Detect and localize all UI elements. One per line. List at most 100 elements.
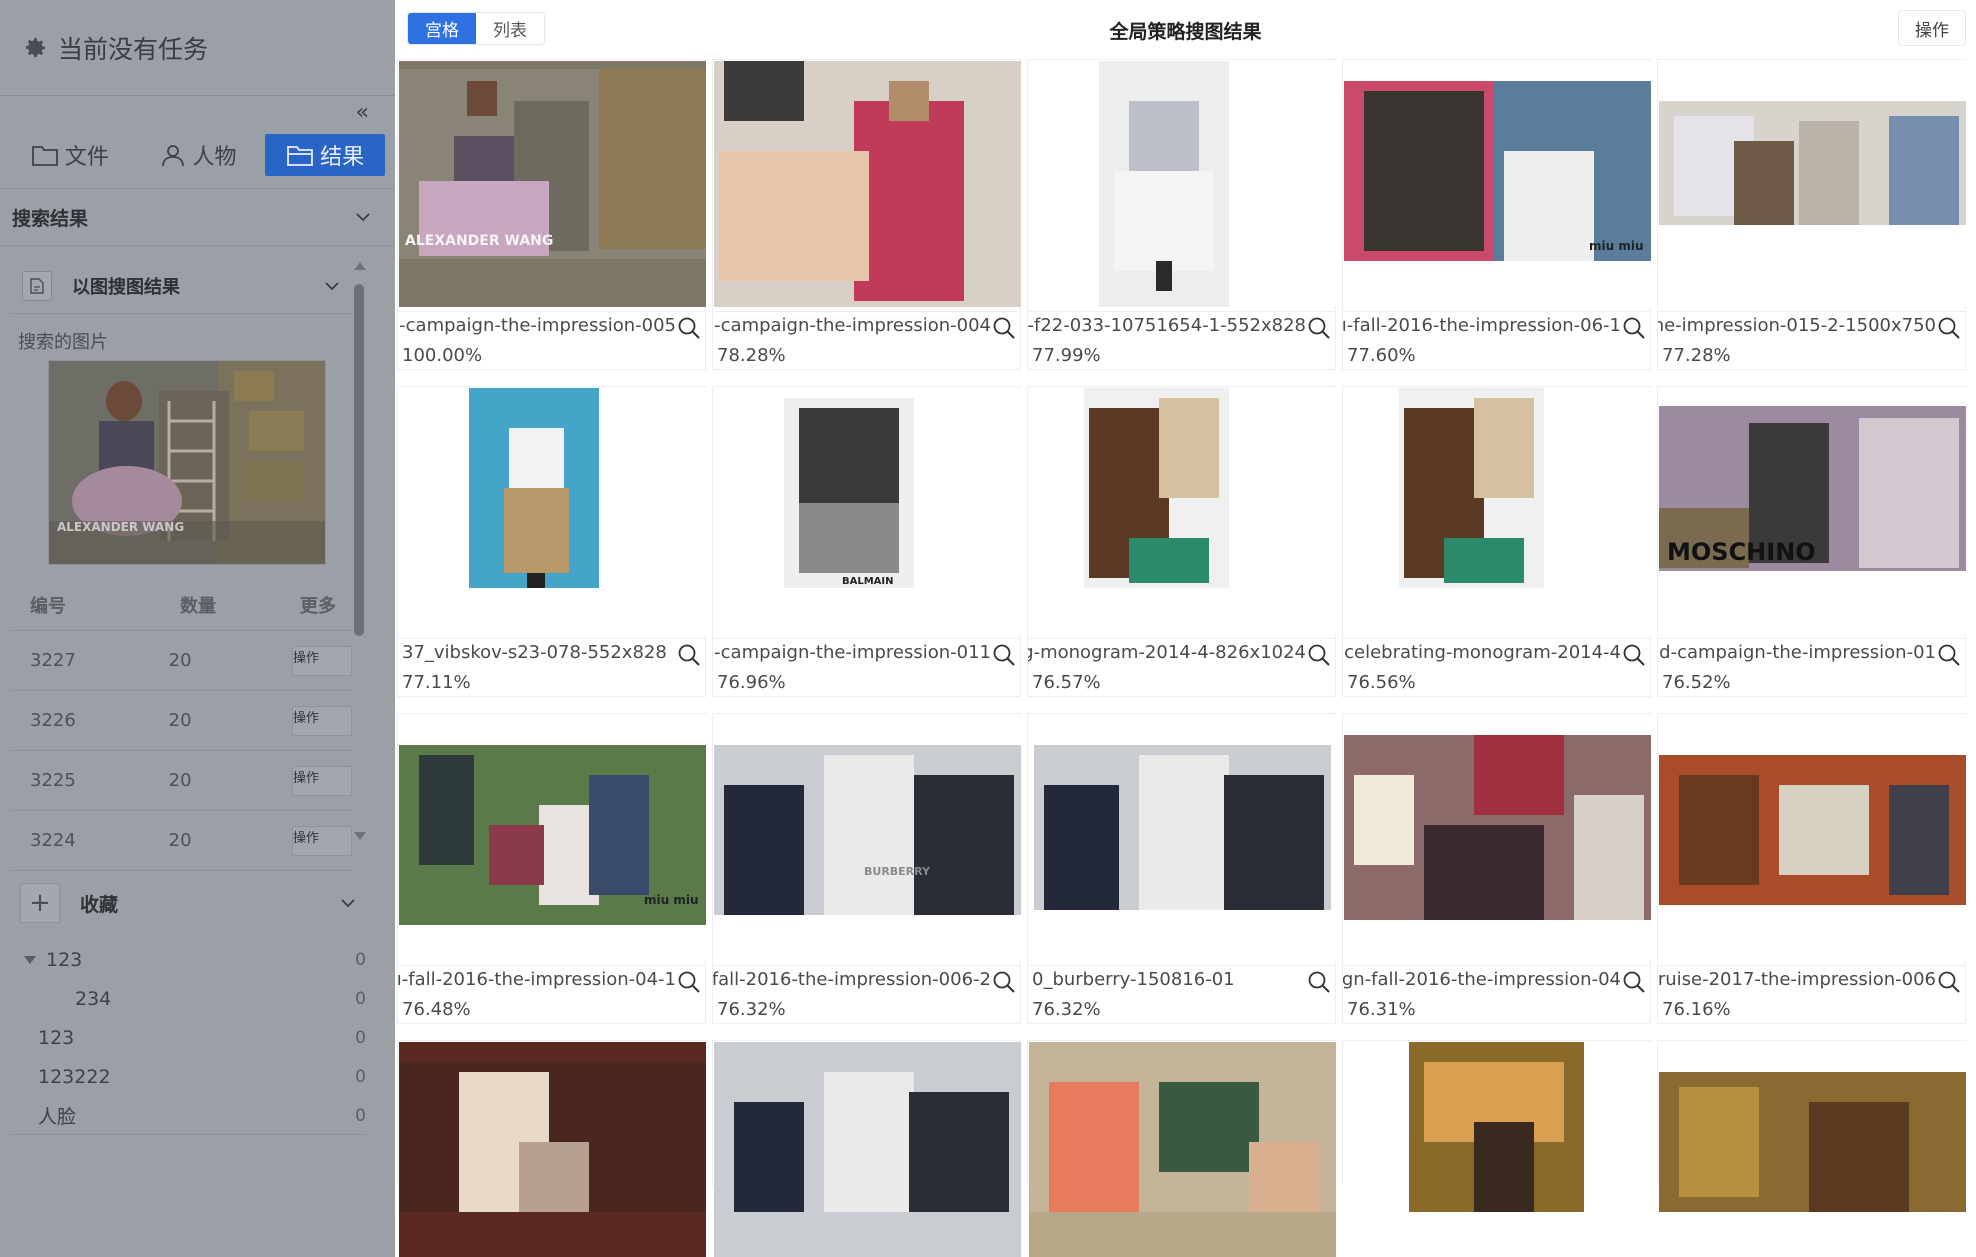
tab-persons[interactable]: 人物: [138, 134, 258, 176]
magnifier-icon[interactable]: [1937, 643, 1961, 667]
magnifier-icon[interactable]: [677, 316, 701, 340]
table-row[interactable]: 3224 20 操作: [10, 811, 352, 871]
favorites-item[interactable]: 234 0: [10, 979, 366, 1018]
row-action-button[interactable]: 操作: [292, 825, 352, 856]
result-card[interactable]: [397, 1040, 706, 1257]
row-id: 3224: [30, 830, 76, 851]
search-results-section[interactable]: 搜索结果: [0, 188, 395, 246]
result-thumbnail[interactable]: MOSCHINO: [1659, 388, 1966, 634]
result-card[interactable]: celebrating-monogram-2014-4 76.56%: [1342, 386, 1651, 697]
result-thumbnail[interactable]: [1029, 61, 1336, 307]
result-card[interactable]: ruise-2017-the-impression-006 76.16%: [1657, 713, 1966, 1024]
magnifier-icon[interactable]: [1307, 316, 1331, 340]
result-card[interactable]: [1027, 1040, 1336, 1257]
table-row[interactable]: 3227 20 操作: [10, 631, 352, 691]
favorites-item[interactable]: 人脸 0: [10, 1096, 366, 1135]
table-row[interactable]: 3226 20 操作: [10, 691, 352, 751]
tab-files[interactable]: 文件: [10, 134, 130, 176]
result-card[interactable]: ALEXANDER WANG -campaign-the-impression-0…: [397, 59, 706, 370]
favorites-item[interactable]: 123 0: [10, 940, 366, 979]
add-favorite-button[interactable]: +: [20, 883, 60, 923]
result-card[interactable]: miu miu ı-fall-2016-the-impression-06-1 77…: [1342, 59, 1651, 370]
result-similarity-score: 78.28%: [717, 345, 786, 366]
result-card[interactable]: c-f22-033-10751654-1-552x828 77.99%: [1027, 59, 1336, 370]
main-content: 宫格 列表 全局策略搜图结果 操作 ALEXANDER WANG -campaig…: [395, 0, 1976, 1257]
favorites-item-name: 234: [75, 987, 112, 1010]
result-thumbnail[interactable]: BALMAIN: [714, 388, 1021, 634]
row-action-button[interactable]: 操作: [292, 645, 352, 676]
result-thumbnail[interactable]: [714, 61, 1021, 307]
magnifier-icon[interactable]: [1937, 970, 1961, 994]
magnifier-icon[interactable]: [992, 316, 1016, 340]
result-similarity-score: 76.52%: [1662, 672, 1731, 693]
favorites-item-name: 123: [38, 1026, 75, 1049]
image-brand-text: MOSCHINO: [1667, 538, 1816, 566]
result-thumbnail[interactable]: [1344, 388, 1651, 634]
result-thumbnail[interactable]: miu miu: [399, 715, 706, 961]
gear-icon: [26, 37, 45, 57]
scroll-down-icon[interactable]: [354, 832, 366, 840]
result-card[interactable]: -campaign-the-impression-004 78.28%: [712, 59, 1021, 370]
result-card[interactable]: BURBERRY fall-2016-the-impression-006-2 76…: [712, 713, 1021, 1024]
list-view-button[interactable]: 列表: [476, 13, 544, 44]
panel-scrollbar[interactable]: [354, 262, 366, 842]
table-row[interactable]: 3225 20 操作: [10, 751, 352, 811]
result-thumbnail[interactable]: [1029, 388, 1336, 634]
favorites-item[interactable]: 123 0: [10, 1018, 366, 1057]
expand-caret-icon[interactable]: [24, 955, 36, 964]
result-thumbnail[interactable]: [399, 388, 706, 634]
magnifier-icon[interactable]: [992, 643, 1016, 667]
magnifier-icon[interactable]: [677, 970, 701, 994]
image-search-panel-header[interactable]: 以图搜图结果: [10, 258, 352, 314]
result-thumbnail[interactable]: [1029, 715, 1336, 961]
magnifier-icon[interactable]: [1622, 970, 1646, 994]
magnifier-icon[interactable]: [677, 643, 701, 667]
result-card[interactable]: gn-fall-2016-the-impression-04 76.31%: [1342, 713, 1651, 1024]
result-thumbnail[interactable]: miu miu: [1344, 61, 1651, 307]
result-card[interactable]: [1657, 1040, 1966, 1257]
magnifier-icon[interactable]: [1307, 970, 1331, 994]
result-card[interactable]: 0_burberry-150816-01 76.32%: [1027, 713, 1336, 1024]
result-thumbnail[interactable]: [1659, 715, 1966, 961]
row-action-button[interactable]: 操作: [292, 765, 352, 796]
result-thumbnail[interactable]: [399, 1042, 706, 1257]
magnifier-icon[interactable]: [1307, 643, 1331, 667]
scroll-up-icon[interactable]: [354, 262, 366, 270]
magnifier-icon[interactable]: [1622, 643, 1646, 667]
result-card[interactable]: g-monogram-2014-4-826x1024 76.57%: [1027, 386, 1336, 697]
chevron-down-icon: [356, 213, 370, 222]
result-card[interactable]: [712, 1040, 1021, 1257]
image-brand-text: BALMAIN: [842, 576, 894, 587]
folder-open-icon: [287, 146, 314, 166]
person-icon: [161, 145, 184, 167]
magnifier-icon[interactable]: [1937, 316, 1961, 340]
result-card[interactable]: MOSCHINO d-campaign-the-impression-01 76.5…: [1657, 386, 1966, 697]
row-action-button[interactable]: 操作: [292, 705, 352, 736]
result-thumbnail[interactable]: [1344, 715, 1651, 961]
operations-button[interactable]: 操作: [1898, 10, 1966, 46]
result-card[interactable]: BALMAIN -campaign-the-impression-011 76.96…: [712, 386, 1021, 697]
result-card[interactable]: 37_vibskov-s23-078-552x828 77.11%: [397, 386, 706, 697]
favorites-item-count: 0: [355, 988, 366, 1009]
collapse-sidebar-icon[interactable]: «: [356, 100, 369, 125]
result-thumbnail[interactable]: [1659, 1042, 1966, 1257]
result-thumbnail[interactable]: ALEXANDER WANG: [399, 61, 706, 307]
result-thumbnail[interactable]: [1659, 61, 1966, 307]
result-card[interactable]: miu miu ı-fall-2016-the-impression-04-1 76…: [397, 713, 706, 1024]
magnifier-icon[interactable]: [992, 970, 1016, 994]
row-id: 3226: [30, 710, 76, 731]
magnifier-icon[interactable]: [1622, 316, 1646, 340]
grid-view-button[interactable]: 宫格: [408, 13, 476, 44]
image-brand-text: ALEXANDER WANG: [405, 233, 554, 249]
tab-results[interactable]: 结果: [265, 134, 386, 176]
favorites-header[interactable]: + 收藏: [10, 872, 366, 934]
result-thumbnail[interactable]: [1344, 1042, 1651, 1257]
favorites-item[interactable]: 123222 0: [10, 1057, 366, 1096]
result-thumbnail[interactable]: [714, 1042, 1021, 1257]
result-card[interactable]: he-impression-015-2-1500x750 77.28%: [1657, 59, 1966, 370]
scrollbar-thumb[interactable]: [354, 284, 364, 636]
result-filename: ruise-2017-the-impression-006: [1658, 969, 1936, 990]
result-card[interactable]: [1342, 1040, 1651, 1257]
result-thumbnail[interactable]: [1029, 1042, 1336, 1257]
result-thumbnail[interactable]: BURBERRY: [714, 715, 1021, 961]
